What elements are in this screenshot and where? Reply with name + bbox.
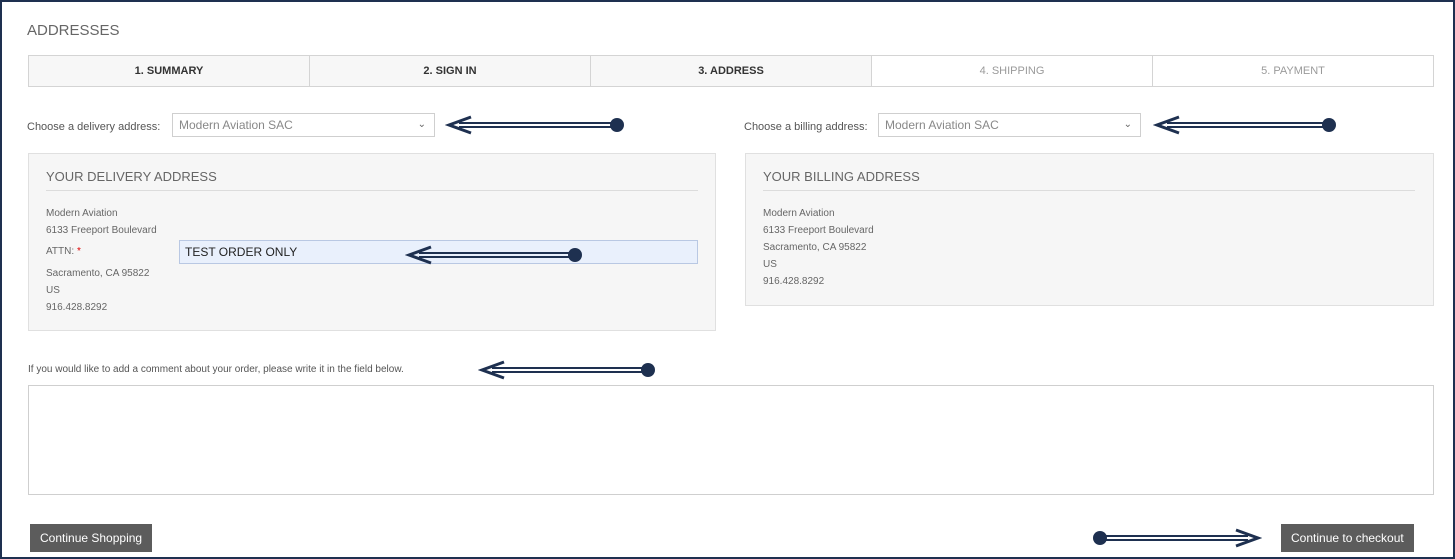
attn-label-text: ATTN:	[46, 246, 75, 257]
billing-street: 6133 Freeport Boulevard	[763, 225, 874, 236]
billing-country: US	[763, 259, 777, 270]
billing-address-selected: Modern Aviation SAC	[885, 118, 999, 132]
step-shipping: 4. SHIPPING	[872, 56, 1153, 86]
arrow-icon	[1153, 115, 1336, 135]
arrow-icon	[445, 115, 624, 135]
billing-panel-title: YOUR BILLING ADDRESS	[763, 169, 920, 184]
delivery-address-selected: Modern Aviation SAC	[179, 118, 293, 132]
chevron-down-icon: ⌄	[417, 119, 426, 130]
billing-address-select[interactable]: Modern Aviation SAC ⌄	[878, 113, 1141, 137]
step-payment: 5. PAYMENT	[1153, 56, 1433, 86]
delivery-company: Modern Aviation	[46, 208, 118, 219]
arrow-icon	[478, 360, 655, 380]
divider	[46, 190, 698, 191]
continue-shopping-button[interactable]: Continue Shopping	[30, 524, 153, 552]
comment-textarea[interactable]	[28, 385, 1434, 495]
billing-address-label: Choose a billing address:	[744, 121, 868, 133]
divider	[763, 190, 1415, 191]
billing-address-panel: YOUR BILLING ADDRESS Modern Aviation 613…	[745, 153, 1434, 306]
comment-label: If you would like to add a comment about…	[28, 364, 404, 375]
step-address[interactable]: 3. ADDRESS	[591, 56, 872, 86]
checkout-steps: 1. SUMMARY 2. SIGN IN 3. ADDRESS 4. SHIP…	[28, 55, 1434, 87]
billing-city: Sacramento, CA 95822	[763, 242, 867, 253]
delivery-address-select[interactable]: Modern Aviation SAC ⌄	[172, 113, 435, 137]
page-title: ADDRESSES	[27, 22, 120, 39]
delivery-phone: 916.428.8292	[46, 302, 108, 313]
checkout-frame: ADDRESSES 1. SUMMARY 2. SIGN IN 3. ADDRE…	[0, 0, 1455, 559]
delivery-street: 6133 Freeport Boulevard	[46, 225, 157, 236]
attn-label: ATTN: *	[46, 246, 81, 257]
arrow-icon	[405, 245, 582, 265]
billing-company: Modern Aviation	[763, 208, 835, 219]
chevron-down-icon: ⌄	[1123, 119, 1132, 130]
delivery-address-label: Choose a delivery address:	[27, 121, 161, 133]
arrow-icon	[1093, 528, 1262, 548]
continue-to-checkout-button[interactable]: Continue to checkout	[1281, 524, 1414, 552]
delivery-country: US	[46, 285, 60, 296]
delivery-panel-title: YOUR DELIVERY ADDRESS	[46, 169, 217, 184]
delivery-city: Sacramento, CA 95822	[46, 268, 150, 279]
billing-phone: 916.428.8292	[763, 276, 825, 287]
required-marker: *	[76, 246, 81, 257]
step-sign-in[interactable]: 2. SIGN IN	[310, 56, 591, 86]
step-summary[interactable]: 1. SUMMARY	[29, 56, 310, 86]
delivery-address-panel: YOUR DELIVERY ADDRESS Modern Aviation 61…	[28, 153, 716, 331]
